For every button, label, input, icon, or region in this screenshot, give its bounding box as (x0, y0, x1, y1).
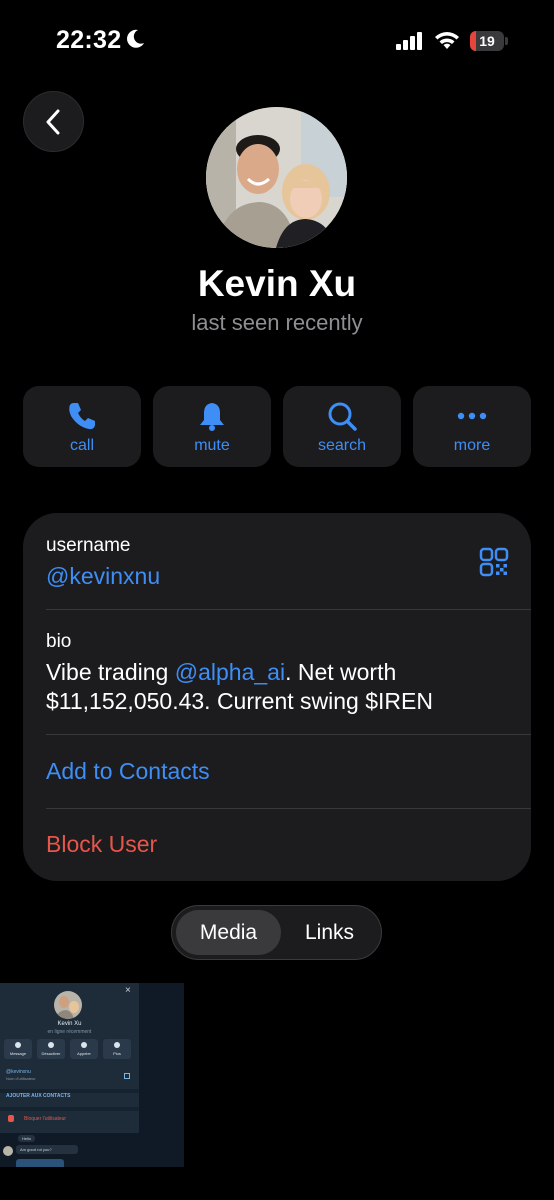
status-time: 22:32 (56, 26, 122, 54)
divider (46, 609, 531, 610)
more-dots-icon (457, 412, 487, 420)
thumbnail-reply-bubble (16, 1159, 64, 1167)
thumbnail-message: Am good rot you? (16, 1145, 78, 1154)
tab-links[interactable]: Links (278, 906, 381, 959)
status-bar: 22:32 19 (0, 0, 554, 84)
thumbnail-more-label: Plus (113, 1051, 121, 1056)
back-button[interactable] (23, 91, 84, 152)
wifi-icon (435, 32, 459, 49)
media-thumbnail[interactable]: × Kevin Xu en ligne récemment Message Dé… (0, 983, 184, 1167)
thumbnail-username-label: Nom d'utilisateur (6, 1076, 36, 1081)
phone-icon (69, 403, 95, 430)
username-label: username (46, 535, 131, 556)
divider (46, 808, 531, 809)
thumbnail-username: @kevinxnu (6, 1069, 31, 1075)
thumbnail-message-button: Message (4, 1039, 32, 1059)
thumbnail-message: Hello (18, 1135, 36, 1142)
battery-icon: 19 (470, 31, 508, 51)
bell-icon (200, 403, 224, 431)
thumbnail-call-button: Appeler (70, 1039, 98, 1059)
thumbnail-block-user: Bloquer l'utilisateur (24, 1116, 67, 1122)
more-label: more (453, 437, 491, 454)
divider (0, 1107, 139, 1111)
thumbnail-more-button: Plus (103, 1039, 131, 1059)
search-icon (328, 402, 357, 431)
mute-label: mute (194, 437, 230, 454)
contact-name: Kevin Xu (197, 263, 357, 304)
thumbnail-message-label: Message (9, 1051, 27, 1056)
thumbnail-block-icon (8, 1115, 14, 1122)
bio-prefix: Vibe trading (46, 659, 175, 685)
battery-level: 19 (479, 33, 495, 49)
last-seen-status: last seen recently (191, 310, 363, 335)
thumbnail-close-icon: × (125, 985, 131, 996)
qr-code-icon[interactable] (479, 547, 509, 577)
more-button[interactable]: more (413, 386, 531, 467)
thumbnail-add-contacts: AJOUTER AUX CONTACTS (6, 1093, 71, 1099)
media-links-tabs: Media Links (171, 905, 382, 960)
thumbnail-avatar (54, 991, 82, 1019)
bio-mention-link[interactable]: @alpha_ai (175, 659, 285, 685)
moon-icon (127, 29, 144, 48)
thumbnail-qr-icon (124, 1073, 130, 1079)
mute-button[interactable]: mute (153, 386, 271, 467)
thumbnail-call-label: Appeler (77, 1051, 91, 1056)
thumbnail-mute-label: Désactiver (41, 1051, 61, 1056)
thumbnail-mute-button: Désactiver (37, 1039, 65, 1059)
call-label: call (69, 437, 94, 454)
call-button[interactable]: call (23, 386, 141, 467)
info-card: username @kevinxnu bio Vibe trading @alp… (23, 513, 531, 881)
chevron-left-icon (46, 109, 60, 135)
bio-label: bio (46, 631, 72, 652)
block-user-button[interactable]: Block User (46, 831, 157, 858)
thumbnail-profile-panel: × Kevin Xu en ligne récemment Message Dé… (0, 983, 139, 1133)
bio-text: Vibe trading @alpha_ai. Net worth $11,15… (46, 658, 516, 716)
avatar[interactable] (206, 107, 347, 248)
username-link[interactable]: @kevinxnu (46, 563, 160, 590)
divider (46, 734, 531, 735)
tab-media[interactable]: Media (176, 906, 281, 959)
thumbnail-name: Kevin Xu (57, 1021, 82, 1027)
add-to-contacts-button[interactable]: Add to Contacts (46, 758, 210, 785)
action-bar: call mute search more (23, 386, 531, 467)
search-label: search (317, 437, 367, 454)
signal-icon (396, 32, 422, 50)
thumbnail-status: en ligne récemment (47, 1029, 92, 1035)
search-button[interactable]: search (283, 386, 401, 467)
thumbnail-small-avatar (3, 1146, 13, 1156)
